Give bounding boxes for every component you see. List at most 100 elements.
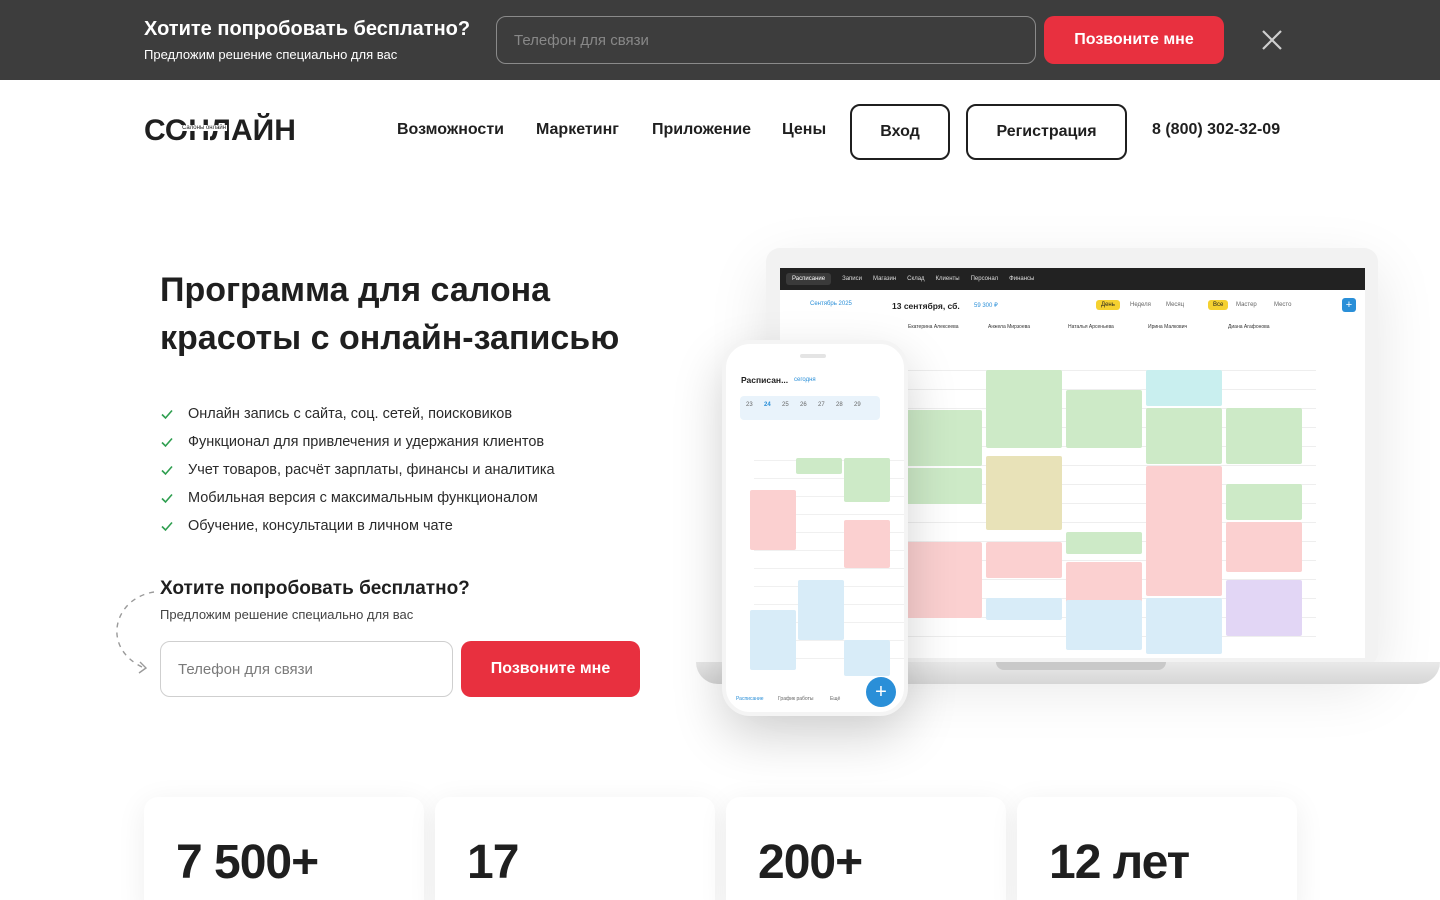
promo-call-button[interactable]: Позвоните мне xyxy=(1044,16,1224,64)
promo-bar: Хотите попробовать бесплатно? Предложим … xyxy=(0,0,1440,80)
app-tab: Расписание xyxy=(786,273,832,285)
appointment-block xyxy=(796,458,842,474)
logo-text: СОНЛАЙН xyxy=(144,114,296,148)
phone-nav-work: График работы xyxy=(778,696,814,702)
appointment-block xyxy=(1146,598,1222,654)
check-icon xyxy=(161,521,173,532)
plus-icon: + xyxy=(866,677,896,707)
phone-day: 25 xyxy=(782,402,789,408)
register-button[interactable]: Регистрация xyxy=(966,104,1127,160)
feature-text: Функционал для привлечения и удержания к… xyxy=(188,434,545,450)
logo[interactable]: СОНЛАЙН Салоны онлайн xyxy=(144,114,296,148)
phone-title: Расписан... xyxy=(741,375,789,385)
phone-day: 29 xyxy=(854,402,861,408)
app-tab: Клиенты xyxy=(935,276,960,282)
stat-number: 200+ xyxy=(758,836,863,889)
logo-small-text: Салоны онлайн xyxy=(181,125,228,131)
stat-card: 17 xyxy=(435,797,715,900)
feature-item: Функционал для привлечения и удержания к… xyxy=(160,428,555,456)
phone-nav-more: Ещё xyxy=(830,696,841,702)
appointment-block xyxy=(1066,532,1142,554)
appointment-block xyxy=(1146,466,1222,596)
appointment-block xyxy=(844,520,890,568)
appointment-block xyxy=(1146,370,1222,406)
phone-day: 26 xyxy=(800,402,807,408)
feature-text: Мобильная версия с максимальным функцион… xyxy=(188,490,538,506)
promo-subtitle: Предложим решение специально для вас xyxy=(144,47,398,62)
appointment-block xyxy=(1226,580,1302,636)
feature-item: Онлайн запись с сайта, соц. сетей, поиск… xyxy=(160,400,555,428)
appointment-block xyxy=(906,542,982,618)
appointment-block xyxy=(1226,484,1302,520)
stat-card: 200+ xyxy=(726,797,1006,900)
stat-card: 7 500+ xyxy=(144,797,424,900)
feature-list: Онлайн запись с сайта, соц. сетей, поиск… xyxy=(160,400,555,540)
appointment-block xyxy=(844,458,890,502)
app-tab: Персонал xyxy=(970,276,999,282)
try-title: Хотите попробовать бесплатно? xyxy=(160,578,470,599)
feature-text: Учет товаров, расчёт зарплаты, финансы и… xyxy=(188,462,555,478)
promo-title: Хотите попробовать бесплатно? xyxy=(144,18,471,40)
promo-phone-input[interactable] xyxy=(496,16,1036,64)
feature-item: Обучение, консультации в личном чате xyxy=(160,512,555,540)
appointment-block xyxy=(986,598,1062,620)
nav-app[interactable]: Приложение xyxy=(652,121,751,139)
stat-number: 7 500+ xyxy=(176,836,319,889)
hero-phone-input[interactable] xyxy=(160,641,453,697)
app-tabbar: Расписание Записи Магазин Склад Клиенты … xyxy=(780,268,1365,290)
login-button[interactable]: Вход xyxy=(850,104,950,160)
header-phone[interactable]: 8 (800) 302-32-09 xyxy=(1152,121,1280,139)
hero-call-button[interactable]: Позвоните мне xyxy=(461,641,640,697)
appointment-block xyxy=(986,456,1062,530)
filter-all: Все xyxy=(1208,300,1229,310)
staff-name: Наталья Арсеньева xyxy=(1068,324,1114,330)
staff-name: Екатерина Алексеева xyxy=(908,324,959,330)
check-icon xyxy=(161,465,173,476)
phone-day: 24 xyxy=(764,402,771,408)
schedule-grid xyxy=(906,370,1316,655)
filter-master: Мастер xyxy=(1236,302,1257,308)
filter-place: Место xyxy=(1274,302,1292,308)
stat-number: 12 лет xyxy=(1049,836,1190,889)
phone-day: 28 xyxy=(836,402,843,408)
staff-name: Анжела Мирзоева xyxy=(988,324,1031,330)
check-icon xyxy=(161,437,173,448)
appointment-block xyxy=(1146,408,1222,464)
staff-name: Ирина Малкович xyxy=(1148,324,1188,330)
view-day: День xyxy=(1096,300,1120,310)
check-icon xyxy=(161,409,173,420)
nav-features[interactable]: Возможности xyxy=(397,121,504,139)
check-icon xyxy=(161,493,173,504)
appointment-block xyxy=(986,542,1062,578)
stat-card: 12 лет xyxy=(1017,797,1297,900)
appointment-block xyxy=(906,468,982,504)
feature-item: Учет товаров, расчёт зарплаты, финансы и… xyxy=(160,456,555,484)
phone-mockup: Расписан... сегодня 23 24 25 26 27 28 29… xyxy=(722,340,908,716)
appointment-block xyxy=(1066,390,1142,448)
add-icon: + xyxy=(1342,298,1356,312)
appointment-block xyxy=(750,610,796,670)
app-amount: 59 300 ₽ xyxy=(974,303,998,309)
phone-day: 27 xyxy=(818,402,825,408)
feature-text: Онлайн запись с сайта, соц. сетей, поиск… xyxy=(188,406,513,422)
app-tab: Записи xyxy=(842,276,863,282)
staff-name: Диана Агафонова xyxy=(1228,324,1270,330)
view-month: Месяц xyxy=(1166,302,1185,308)
hero-title: Программа для салона красоты с онлайн-за… xyxy=(160,271,620,357)
feature-text: Обучение, консультации в личном чате xyxy=(188,518,453,534)
nav-marketing[interactable]: Маркетинг xyxy=(536,121,619,139)
phone-days: 23 24 25 26 27 28 29 xyxy=(740,396,880,420)
appointment-block xyxy=(1066,600,1142,650)
appointment-block xyxy=(1226,522,1302,572)
phone-today: сегодня xyxy=(794,377,816,383)
try-subtitle: Предложим решение специально для вас xyxy=(160,607,414,622)
phone-nav-schedule: Расписание xyxy=(736,696,764,702)
appointment-block xyxy=(906,410,982,466)
close-icon[interactable] xyxy=(1260,28,1284,52)
curved-arrow-icon xyxy=(116,591,155,674)
appointment-block xyxy=(1226,408,1302,464)
app-date: 13 сентября, сб. xyxy=(892,301,960,311)
nav-prices[interactable]: Цены xyxy=(782,121,826,139)
appointment-block xyxy=(798,580,844,640)
appointment-block xyxy=(986,370,1062,448)
